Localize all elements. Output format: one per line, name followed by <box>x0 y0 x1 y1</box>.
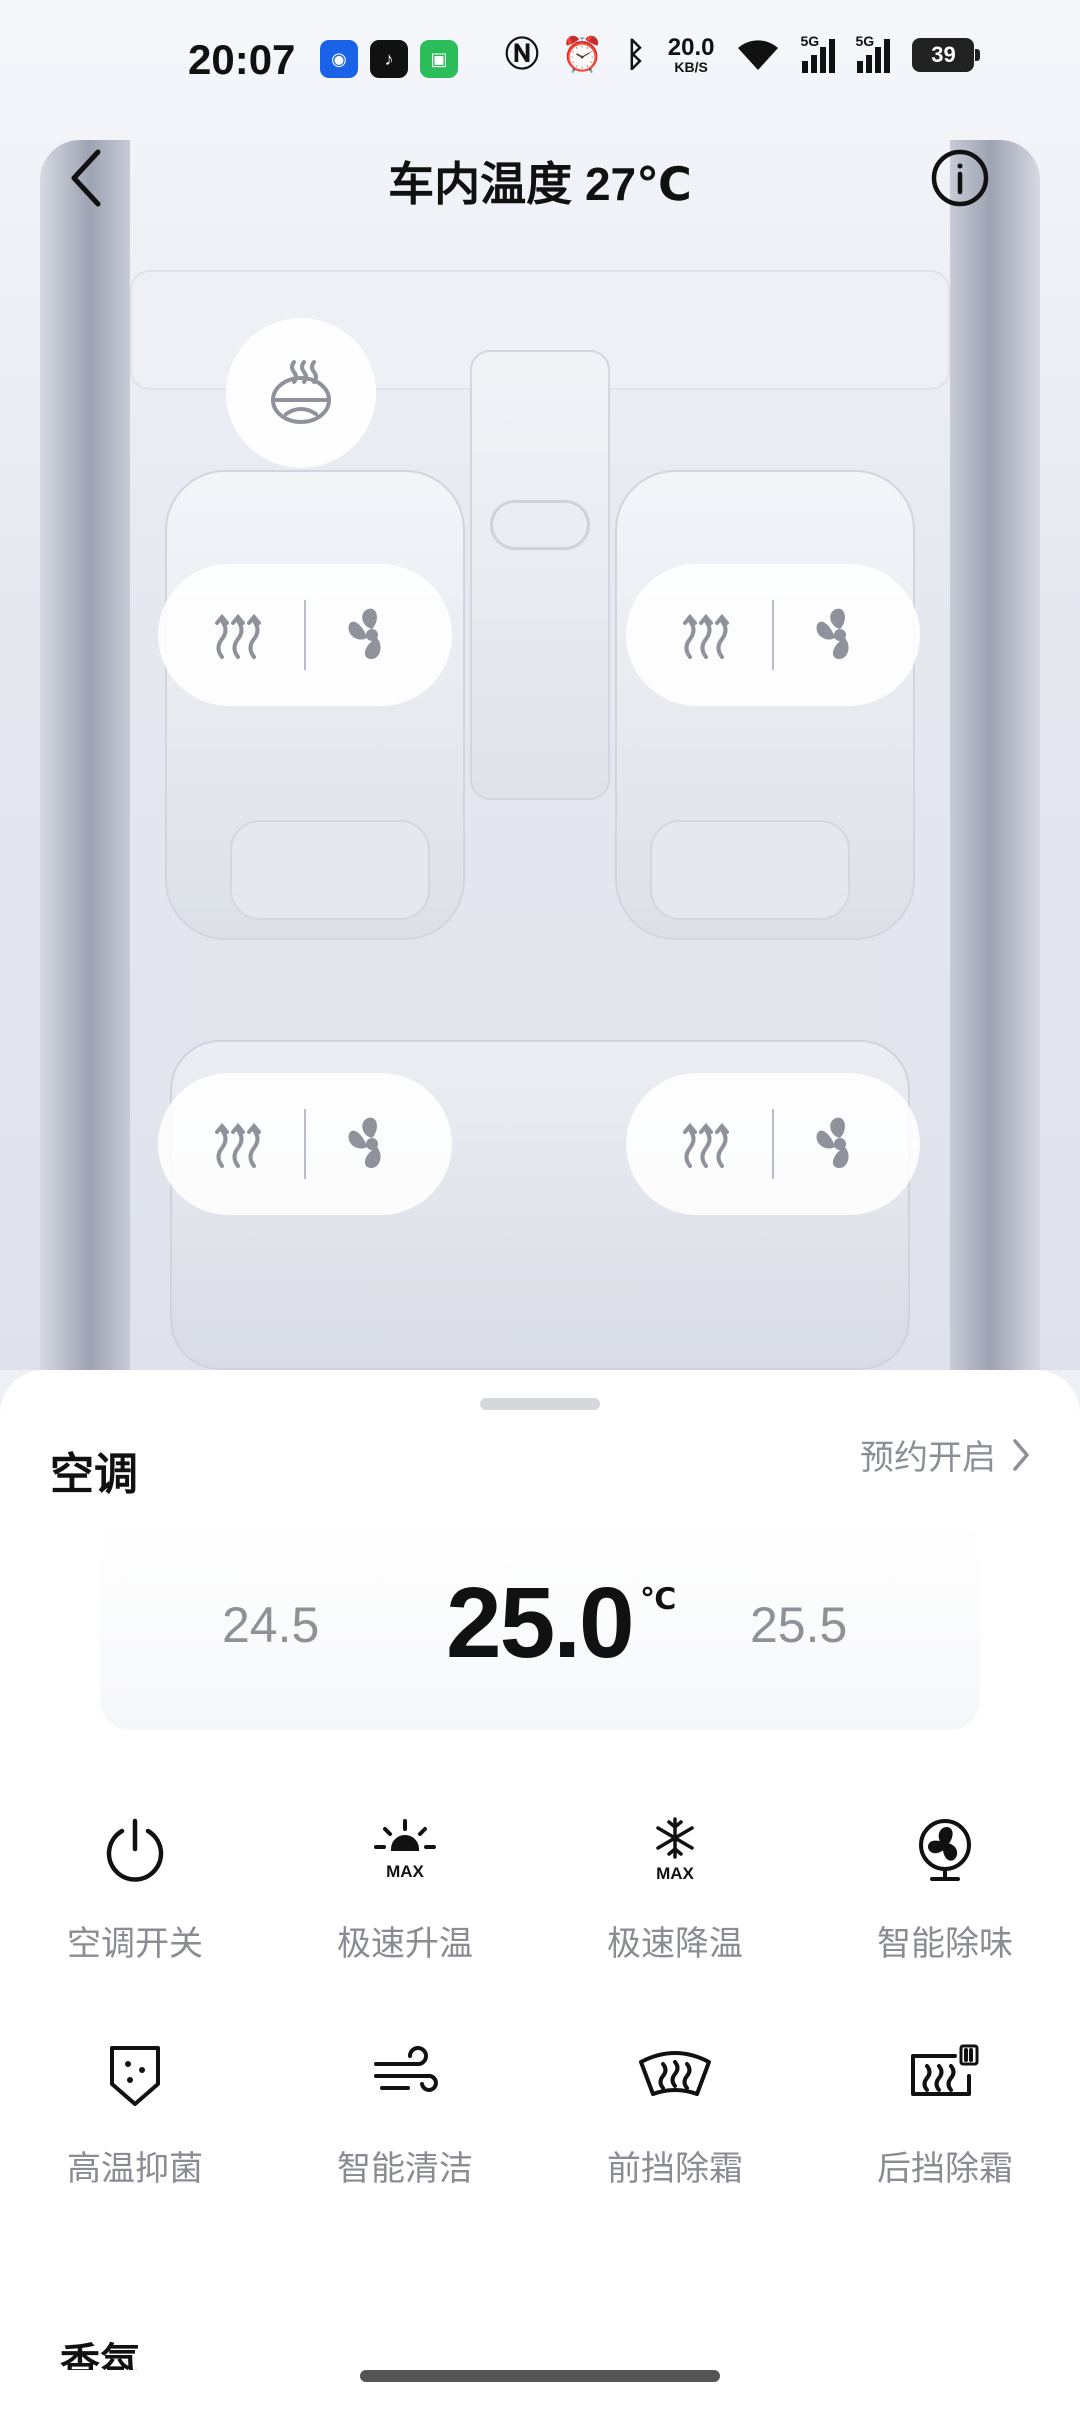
snowflake-max-icon: MAX <box>635 1810 715 1890</box>
seat-ventilation-button[interactable] <box>807 602 873 668</box>
seat-heat-icon <box>214 1122 261 1168</box>
rear-defrost-icon <box>905 2035 985 2115</box>
battery-level: 39 <box>931 42 956 67</box>
seat-heat-button[interactable] <box>673 602 739 668</box>
seat-heat-icon <box>214 613 261 659</box>
chevron-right-icon <box>1013 1438 1029 1471</box>
seat-ventilation-icon <box>816 608 849 660</box>
page-title: 车内温度 27℃ <box>388 158 692 210</box>
svg-text:MAX: MAX <box>656 1864 694 1883</box>
high-temp-sterilize-button[interactable]: 高温抑菌 <box>0 2035 270 2190</box>
schedule-start-link[interactable]: 预约开启 <box>860 1430 1032 1479</box>
fan-icon <box>905 1810 985 1890</box>
front-right-seat-controls <box>626 564 920 706</box>
status-bar: 20:07 ◉ ♪ ▣ Ⓝ ⏰ ᛒ 20.0 KB/S 5G 5G 39 <box>0 0 1080 120</box>
power-icon <box>95 1810 175 1890</box>
control-label: 极速降温 <box>607 1925 743 1963</box>
pill-divider <box>771 600 774 670</box>
network-speed-unit: KB/S <box>674 59 708 75</box>
front-defrost-icon <box>635 2035 715 2115</box>
tiktok-app-icon: ♪ <box>370 40 408 78</box>
wallet-app-icon: ▣ <box>420 40 458 78</box>
control-label: 智能清洁 <box>337 2150 473 2188</box>
seat-heat-button[interactable] <box>673 1111 739 1177</box>
seat-heat-button[interactable] <box>205 602 271 668</box>
control-label: 前挡除霜 <box>607 2150 743 2188</box>
seat-ventilation-button[interactable] <box>339 602 405 668</box>
rapid-cool-button[interactable]: MAX 极速降温 <box>540 1810 810 1965</box>
signal-2-type: 5G <box>855 33 875 49</box>
ac-power-button[interactable]: 空调开关 <box>0 1810 270 1965</box>
rapid-heat-button[interactable]: MAX 极速升温 <box>270 1810 540 1965</box>
alarm-icon: ⏰ <box>561 36 604 74</box>
seat-ventilation-icon <box>348 1117 381 1169</box>
seat-ventilation-button[interactable] <box>339 1111 405 1177</box>
control-label: 高温抑菌 <box>67 2150 203 2188</box>
front-left-seat-controls <box>158 564 452 706</box>
temp-option-higher[interactable]: 25.5 <box>750 1596 847 1654</box>
ac-control-sheet: 空调 预约开启 24.5 25.0 ℃ 25.5 空调开关 MAX 极速升温 M… <box>0 1370 1080 2412</box>
temp-option-lower[interactable]: 24.5 <box>222 1596 319 1654</box>
pill-divider <box>771 1109 774 1179</box>
nfc-icon: Ⓝ <box>505 36 539 74</box>
rear-defrost-button[interactable]: 后挡除霜 <box>810 2035 1080 2190</box>
info-button[interactable] <box>930 148 990 208</box>
shield-sterilize-icon <box>95 2035 175 2115</box>
home-indicator[interactable] <box>360 2370 720 2382</box>
seat-ventilation-icon <box>816 1117 849 1169</box>
cell-signal-2-icon: 5G <box>855 33 891 73</box>
wifi-icon <box>738 40 779 70</box>
right-door-frame <box>950 140 1040 1370</box>
rear-right-seat-controls <box>626 1073 920 1215</box>
fragrance-section-title: 香氛 <box>60 2341 140 2370</box>
seat-heat-icon <box>682 1122 729 1168</box>
front-left-seat-rest <box>230 820 430 920</box>
seat-ventilation-icon <box>348 608 381 660</box>
map-app-icon: ◉ <box>320 40 358 78</box>
seat-ventilation-button[interactable] <box>807 1111 873 1177</box>
wind-icon <box>365 2035 445 2115</box>
cup-holder <box>490 500 590 550</box>
left-door-frame <box>40 140 130 1370</box>
front-defrost-button[interactable]: 前挡除霜 <box>540 2035 810 2190</box>
schedule-start-label: 预约开启 <box>860 1439 996 1477</box>
rear-left-seat-controls <box>158 1073 452 1215</box>
cell-signal-1-icon: 5G <box>800 33 836 73</box>
steering-wheel-heat-icon <box>271 360 331 424</box>
status-time: 20:07 <box>188 36 296 83</box>
ac-controls-grid: 空调开关 MAX 极速升温 MAX 极速降温 智能除味 高温抑菌 智能清洁 前挡… <box>0 1810 1080 2190</box>
smart-deodorize-button[interactable]: 智能除味 <box>810 1810 1080 1965</box>
sun-max-icon: MAX <box>365 1810 445 1890</box>
bluetooth-icon: ᛒ <box>625 36 646 74</box>
status-indicators: Ⓝ ⏰ ᛒ 20.0 KB/S 5G 5G 39 <box>505 33 981 75</box>
center-console <box>470 350 610 800</box>
network-speed: 20.0 KB/S <box>667 34 715 75</box>
pill-divider <box>303 600 306 670</box>
control-label: 空调开关 <box>67 1925 203 1963</box>
ac-section-title: 空调 <box>50 1450 138 1499</box>
control-label: 智能除味 <box>877 1925 1013 1963</box>
seat-heat-button[interactable] <box>205 1111 271 1177</box>
control-label: 后挡除霜 <box>877 2150 1013 2188</box>
steering-wheel-heat-button[interactable] <box>226 318 376 468</box>
seat-heat-icon <box>682 613 729 659</box>
sheet-grabber[interactable] <box>480 1398 600 1410</box>
battery-icon: 39 <box>912 38 981 72</box>
svg-text:MAX: MAX <box>386 1862 424 1881</box>
temp-unit: ℃ <box>640 1583 677 1616</box>
smart-clean-button[interactable]: 智能清洁 <box>270 2035 540 2190</box>
info-icon <box>931 149 989 207</box>
pill-divider <box>303 1109 306 1179</box>
front-right-seat-rest <box>650 820 850 920</box>
temp-current-value: 25.0 <box>446 1567 635 1679</box>
signal-1-type: 5G <box>800 33 820 49</box>
network-speed-value: 20.0 <box>667 34 715 61</box>
control-label: 极速升温 <box>337 1925 473 1963</box>
notification-icons: ◉ ♪ ▣ <box>320 40 458 78</box>
